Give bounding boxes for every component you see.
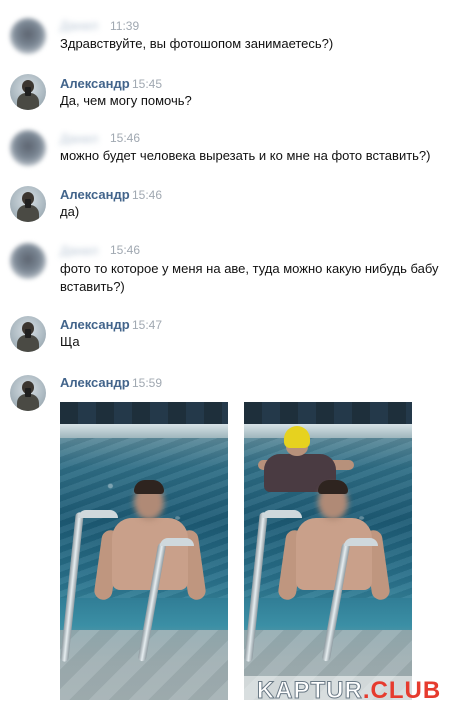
message-item: Александр 15:47 Ща xyxy=(0,314,469,354)
message-time: 15:46 xyxy=(110,131,141,145)
message-text: да) xyxy=(60,204,80,219)
sender-name[interactable]: Александр xyxy=(60,76,130,91)
message-text-line1: фото то которое у меня на аве, туда можн… xyxy=(60,261,439,276)
message-text: можно будет человека вырезать и ко мне н… xyxy=(60,148,431,163)
message-item: Александр 15:45 Да, чем могу помочь? xyxy=(0,72,469,122)
watermark-text-main: KAPTUR xyxy=(256,677,363,705)
message-text: Ща xyxy=(60,334,80,349)
attachment-photo-original[interactable] xyxy=(60,402,228,700)
message-item: Данил 15:46 можно будет человека вырезат… xyxy=(0,128,469,178)
message-time: 11:39 xyxy=(110,19,140,33)
attachment-photo-edited[interactable] xyxy=(244,402,412,700)
message-text: Здравствуйте, вы фотошопом занимаетесь?) xyxy=(60,36,334,51)
avatar-blurred-icon[interactable] xyxy=(10,130,46,166)
sender-name[interactable]: Александр xyxy=(60,187,130,202)
watermark-text-accent: .CLUB xyxy=(362,677,442,704)
avatar-blurred-icon[interactable] xyxy=(10,18,46,54)
message-item: Александр 15:46 да) xyxy=(0,184,469,234)
message-item: Александр 15:59 xyxy=(0,372,469,411)
sender-name[interactable]: Александр xyxy=(60,317,130,332)
avatar-blurred-icon[interactable] xyxy=(10,243,46,279)
avatar-alexander-icon[interactable] xyxy=(10,316,46,352)
avatar-alexander-icon[interactable] xyxy=(10,375,46,411)
message-text-line2: вставить?) xyxy=(60,279,125,294)
message-item: Данил 15:46 фото то которое у меня на ав… xyxy=(0,241,469,301)
message-time: 15:45 xyxy=(132,77,163,91)
sender-name[interactable]: Данил xyxy=(60,243,98,258)
sender-name[interactable]: Александр xyxy=(60,375,130,390)
avatar-alexander-icon[interactable] xyxy=(10,186,46,222)
message-time: 15:47 xyxy=(132,318,163,332)
message-time: 15:46 xyxy=(110,243,141,257)
sender-name[interactable]: Данил xyxy=(60,131,98,146)
avatar-alexander-icon[interactable] xyxy=(10,74,46,110)
message-time: 15:59 xyxy=(132,376,163,390)
message-time: 15:46 xyxy=(132,188,163,202)
sender-name[interactable]: Данил xyxy=(60,18,98,33)
message-text: Да, чем могу помочь? xyxy=(60,93,192,108)
message-item: Данил 11:39 Здравствуйте, вы фотошопом з… xyxy=(0,14,469,64)
watermark-logo: KAPTUR .CLUB xyxy=(244,676,454,706)
